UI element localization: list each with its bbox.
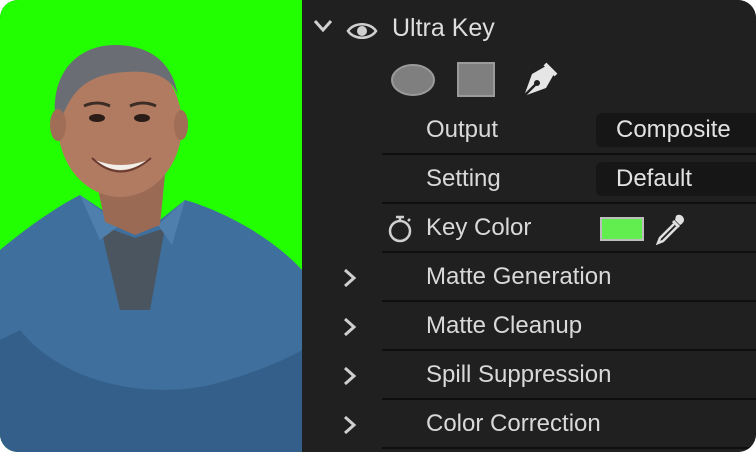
group-label: Matte Cleanup (426, 312, 583, 339)
key-color-swatch[interactable] (600, 217, 644, 241)
chevron-right-icon[interactable] (342, 316, 358, 338)
ellipse-mask-icon[interactable] (390, 60, 436, 100)
rectangle-mask-icon[interactable] (456, 60, 496, 100)
eyedropper-icon[interactable] (654, 212, 688, 246)
setting-row: Setting Default (302, 155, 756, 203)
group-label: Matte Generation (426, 263, 612, 290)
group-spill-suppression[interactable]: Spill Suppression (302, 351, 756, 399)
chevron-right-icon[interactable] (342, 414, 358, 436)
video-preview (0, 0, 302, 452)
chevron-right-icon[interactable] (342, 267, 358, 289)
stopwatch-icon[interactable] (386, 214, 414, 244)
effect-controls-panel: Ultra Key Output Composite Setting Defau… (302, 0, 756, 452)
app-window: Ultra Key Output Composite Setting Defau… (0, 0, 756, 452)
setting-label: Setting (426, 165, 501, 192)
effect-title: Ultra Key (392, 14, 495, 42)
chevron-right-icon[interactable] (342, 365, 358, 387)
group-matte-generation[interactable]: Matte Generation (302, 253, 756, 301)
setting-dropdown[interactable]: Default (596, 162, 756, 196)
greenscreen-image (0, 0, 302, 452)
output-label: Output (426, 116, 499, 143)
key-color-label: Key Color (426, 214, 532, 241)
output-row: Output Composite (302, 106, 756, 154)
group-label: Spill Suppression (426, 361, 612, 388)
divider (382, 447, 756, 449)
pen-mask-icon[interactable] (518, 60, 560, 100)
chevron-down-icon[interactable] (312, 18, 334, 34)
output-dropdown[interactable]: Composite (596, 113, 756, 147)
group-color-correction[interactable]: Color Correction (302, 400, 756, 448)
eye-icon[interactable] (346, 20, 378, 42)
group-matte-cleanup[interactable]: Matte Cleanup (302, 302, 756, 350)
group-label: Color Correction (426, 410, 601, 437)
